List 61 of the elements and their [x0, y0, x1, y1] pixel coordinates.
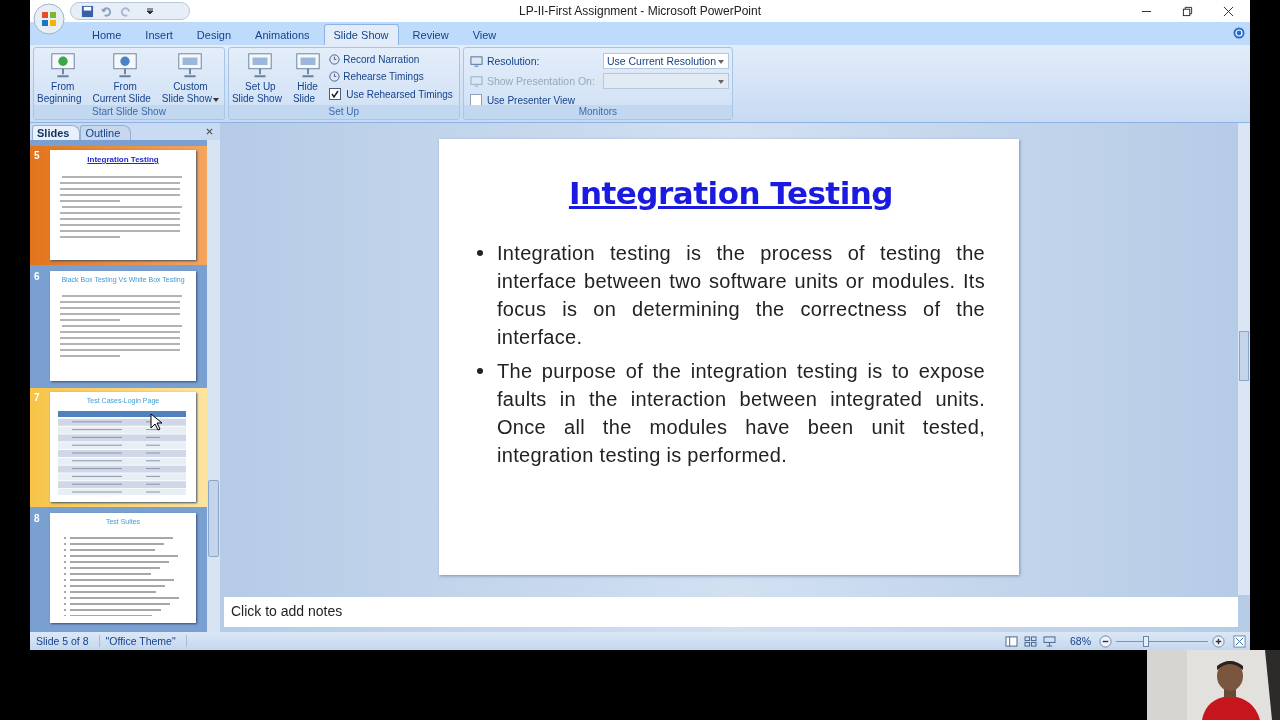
monitor-icon	[469, 54, 483, 68]
ribbon-tab[interactable]: Insert	[135, 24, 183, 45]
slide-thumbnail[interactable]: Integration Testing	[50, 150, 196, 260]
zoom-level[interactable]: 68%	[1070, 635, 1091, 647]
slide-bullet: The purpose of the integration testing is to expose faults in the interaction between integrated units. Once all the modules have been unit tested, integration testing is performed.	[497, 359, 985, 468]
ribbon-button[interactable]: Hide Slide	[291, 50, 324, 106]
dropdown-field[interactable]: Use Current Resolution	[602, 53, 729, 69]
thumbnail-title: Integration Testing	[86, 155, 160, 164]
slide-number: 6	[34, 271, 41, 282]
restore-icon[interactable]	[1182, 5, 1193, 17]
stopwatch-icon	[327, 70, 341, 83]
ribbon-tab[interactable]: Review	[402, 24, 459, 45]
ribbon-tab[interactable]: Animations	[245, 24, 320, 45]
scroll-bar[interactable]	[207, 140, 220, 632]
ribbon-group: Set Up Slide Show Hide Slide Record Narration Rehearse Timings Use Rehearsed Timings Set Up	[227, 47, 460, 120]
checkbox[interactable]	[329, 88, 342, 100]
caret-icon[interactable]	[717, 60, 724, 64]
cursor-icon	[150, 413, 162, 431]
ribbon-tab[interactable]: Design	[186, 24, 242, 45]
scroll-bar[interactable]	[1238, 123, 1250, 595]
fit-to-window-icon[interactable]	[1233, 634, 1246, 648]
help-icon[interactable]	[1233, 27, 1245, 39]
ribbon-tab[interactable]: Slide Show	[323, 24, 399, 45]
caret-icon[interactable]	[717, 80, 724, 84]
checkbox-label[interactable]: Use Rehearsed Timings	[346, 88, 453, 100]
window-title: LP-II-First Assignment - Microsoft PowerPoint	[518, 4, 762, 18]
save-icon[interactable]	[81, 4, 94, 18]
ribbon-button[interactable]: Record Narration	[325, 52, 457, 67]
close-icon[interactable]	[1223, 5, 1234, 17]
ribbon-button[interactable]: Rehearse Timings	[325, 69, 457, 84]
field-label: Resolution:	[486, 55, 541, 67]
zoom-in-icon[interactable]	[1212, 634, 1225, 648]
ribbon-tab[interactable]: Home	[82, 24, 132, 45]
checkbox[interactable]	[469, 94, 482, 106]
theme-name: "Office Theme"	[105, 635, 187, 647]
ribbon-group: Resolution: Use Current Resolution Show Presentation On: Use Presenter View Monitors	[462, 47, 733, 120]
ribbon-tab[interactable]: View	[462, 24, 507, 45]
checkbox-label[interactable]: Use Presenter View	[486, 94, 576, 106]
projector-icon	[111, 51, 140, 79]
normal-view-icon[interactable]	[1005, 635, 1018, 647]
ribbon-group: From Beginning From Current Slide Custom Slide Show Start Slide Show	[33, 47, 225, 120]
bullet-icon	[477, 250, 483, 256]
monitor-icon	[469, 74, 483, 88]
slide-title: Integration Testing	[567, 175, 895, 211]
notes-field[interactable]: Click to add notes	[224, 597, 1238, 627]
slide-number: 7	[34, 392, 41, 403]
projector-icon[interactable]	[1043, 635, 1056, 647]
pane-tab[interactable]: Slides	[32, 125, 81, 140]
slide-counter: Slide 5 of 8	[36, 635, 100, 647]
zoom-out-icon[interactable]	[1099, 634, 1112, 648]
projector-icon	[48, 51, 77, 79]
slide-thumbnail-row[interactable]: 5 Integration Testing	[30, 146, 207, 265]
bullet-icon	[477, 368, 483, 374]
slide-number: 5	[34, 150, 41, 161]
pane-tab[interactable]: Outline	[80, 125, 132, 140]
slide-number: 8	[34, 513, 41, 524]
dropdown-field[interactable]	[602, 73, 729, 89]
customize-caret-icon[interactable]	[146, 7, 154, 15]
grid-view-icon[interactable]	[1024, 635, 1037, 647]
field-label: Show Presentation On:	[486, 75, 596, 87]
slide-bullet: Integration testing is the process of testing the interface between two software units or modules. Its focus is on determining the correctness of the interface.	[497, 241, 985, 350]
